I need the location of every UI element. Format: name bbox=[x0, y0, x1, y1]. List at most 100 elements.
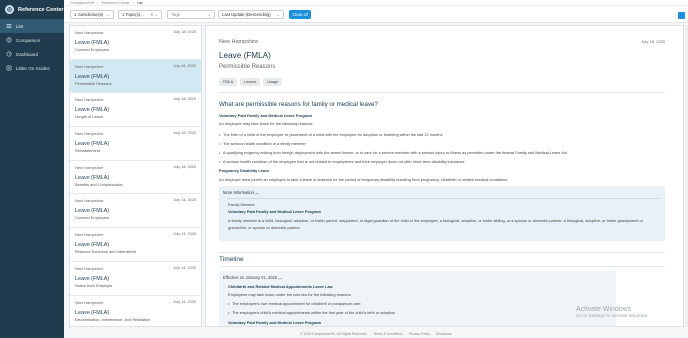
list-item-date: July 18, 2025 bbox=[173, 63, 196, 68]
timeline-entry-toggle[interactable]: Effective on January 01, 2026 ︿ bbox=[223, 275, 282, 281]
sidebar-item-guides[interactable]: Littler On Guides bbox=[0, 61, 64, 75]
term-program: Voluntary Paid Family and Medical Leave … bbox=[228, 209, 321, 214]
list-item-title: Leave (FMLA) bbox=[75, 242, 110, 249]
detail-title: Leave (FMLA) bbox=[219, 51, 271, 60]
chevron-down-icon: ⌄ bbox=[276, 12, 280, 17]
list-item-subtitle: Benefits and Compensation bbox=[75, 181, 123, 187]
sidebar-item-label: Comparison bbox=[16, 37, 41, 43]
list-item-title: Leave (FMLA) bbox=[75, 107, 110, 114]
footer-link-disclaimer[interactable]: Disclaimer bbox=[436, 332, 452, 336]
detail-date: July 18, 2025 bbox=[641, 39, 665, 44]
sort-select[interactable]: Last Update (Descending) ⌄ bbox=[218, 10, 284, 19]
chevron-up-icon: ︿ bbox=[255, 190, 260, 195]
more-information-toggle[interactable]: More Information ︿ bbox=[223, 190, 259, 196]
chevron-up-icon: ︿ bbox=[278, 275, 283, 280]
list-item-date: July 18, 2025 bbox=[173, 97, 196, 102]
copyright: © 2025 ComplianceHR. All Rights Reserved… bbox=[300, 332, 368, 336]
more-information-panel: More Information ︿ Family Member Volunta… bbox=[219, 186, 665, 241]
book-icon bbox=[6, 65, 12, 71]
list-item-subtitle: Discrimination, Interference, and Retali… bbox=[75, 316, 151, 322]
list-item-date: July 14, 2025 bbox=[173, 232, 196, 237]
sidebar-item-list[interactable]: List bbox=[0, 19, 64, 33]
clear-all-button[interactable]: Clear all bbox=[289, 10, 311, 19]
brand: ◎ Reference Center bbox=[0, 0, 64, 19]
topic-select[interactable]: 1 Topic(s)... ✕ ⌄ bbox=[118, 10, 162, 19]
more-information-label: More Information bbox=[223, 190, 254, 195]
list-item-title: Leave (FMLA) bbox=[75, 141, 110, 148]
footer-link-terms[interactable]: Terms & Conditions bbox=[373, 332, 402, 336]
list-item-subtitle: Notice from Employer bbox=[75, 282, 113, 288]
bullet-item: The birth of a child of the employee or … bbox=[219, 132, 443, 137]
footer-link-privacy[interactable]: Privacy Policy bbox=[409, 332, 430, 336]
chevron-down-icon: ⌄ bbox=[207, 12, 211, 17]
clear-x-icon[interactable]: ✕ ⌄ bbox=[150, 12, 158, 17]
list-item[interactable]: New Hampshire July 14, 2025 Leave (FMLA)… bbox=[70, 296, 201, 327]
term-label: Family Member bbox=[228, 202, 255, 207]
timeline-effective-label: Effective on January 01, 2026 bbox=[223, 275, 278, 280]
jurisdiction-value: 1 Jurisdiction(s) bbox=[74, 12, 104, 17]
sidebar: ◎ Reference Center List Comparison Dashb… bbox=[0, 0, 64, 338]
list-item-date: July 18, 2025 bbox=[173, 131, 196, 136]
list-item-title: Leave (FMLA) bbox=[75, 40, 110, 46]
timeline-intro: Employees may take leave under the new l… bbox=[228, 292, 352, 297]
divider bbox=[219, 252, 665, 253]
sort-value: Last Update (Descending) bbox=[222, 12, 271, 17]
list-item[interactable]: New Hampshire July 18, 2025 Leave (FMLA)… bbox=[70, 26, 201, 60]
breadcrumb-item[interactable]: ComplianceHR bbox=[70, 1, 94, 5]
term-definition: A family member is a child, biological, … bbox=[228, 218, 644, 230]
list-item-subtitle: Reduced Schedule and Intermittent bbox=[75, 249, 136, 255]
list-item-subtitle: Covered Employers bbox=[75, 215, 110, 221]
tag[interactable]: Usage bbox=[263, 78, 283, 86]
list-item[interactable]: New Hampshire July 14, 2025 Leave (FMLA)… bbox=[70, 262, 201, 296]
list-item-subtitle: Covered Employers bbox=[75, 47, 110, 52]
tag[interactable]: FMLA bbox=[219, 78, 238, 86]
breadcrumb-separator: › bbox=[97, 1, 99, 5]
list-item-title: Leave (FMLA) bbox=[75, 73, 110, 80]
tag[interactable]: Leaves bbox=[240, 78, 261, 86]
chevron-down-icon: ⌄ bbox=[106, 12, 110, 17]
divider bbox=[219, 266, 665, 267]
section-text: An employer must permit an employee to t… bbox=[219, 177, 509, 182]
sidebar-item-label: List bbox=[16, 23, 24, 29]
timeline-entry: Effective on January 01, 2026 ︿ Childbir… bbox=[219, 271, 616, 326]
divider bbox=[227, 198, 659, 199]
download-icon[interactable] bbox=[678, 12, 685, 19]
list-item[interactable]: New Hampshire July 18, 2025 Leave (FMLA)… bbox=[70, 93, 201, 128]
sidebar-item-dashboard[interactable]: Dashboard bbox=[0, 47, 64, 61]
sidebar-item-label: Littler On Guides bbox=[16, 65, 50, 71]
list-item-subtitle: Length of Leave bbox=[75, 114, 103, 120]
list-item[interactable]: New Hampshire July 14, 2025 Leave (FMLA)… bbox=[70, 194, 201, 229]
list-item-title: Leave (FMLA) bbox=[75, 275, 110, 282]
bullet-item: A qualifying exigency arising from forei… bbox=[219, 150, 567, 155]
list-item[interactable]: New Hampshire July 14, 2025 Leave (FMLA)… bbox=[70, 228, 201, 262]
list-item[interactable]: New Hampshire July 18, 2025 Leave (FMLA)… bbox=[70, 127, 201, 161]
timeline-program: Voluntary Paid Family and Medical Leave … bbox=[228, 320, 321, 325]
bullet-item: A serious health condition of the employ… bbox=[219, 159, 464, 164]
list-item-subtitle: Reinstatement bbox=[75, 148, 101, 154]
sidebar-item-comparison[interactable]: Comparison bbox=[0, 33, 64, 47]
list-item-title: Leave (FMLA) bbox=[75, 174, 110, 181]
list-item[interactable]: New Hampshire July 18, 2025 Leave (FMLA)… bbox=[70, 161, 201, 195]
list-item-date: July 18, 2025 bbox=[173, 164, 196, 169]
timeline-heading: Timeline bbox=[219, 256, 244, 263]
app-name: Reference Center bbox=[18, 6, 64, 13]
detail-panel: New Hampshire July 18, 2025 Leave (FMLA)… bbox=[205, 25, 684, 327]
tags-select[interactable]: Tags ⌄ bbox=[167, 10, 215, 19]
list-item-date: July 18, 2025 bbox=[173, 30, 196, 34]
section-title: Pregnancy Disability Leave bbox=[219, 168, 270, 173]
list-item[interactable]: New Hampshire July 18, 2025 Leave (FMLA)… bbox=[70, 59, 201, 94]
sidebar-item-label: Dashboard bbox=[16, 51, 39, 57]
divider bbox=[219, 92, 665, 93]
logo-icon: ◎ bbox=[5, 5, 14, 14]
question-heading: What are permissible reasons for family … bbox=[219, 101, 378, 108]
watermark-title: Activate Windows bbox=[576, 306, 632, 313]
breadcrumb-item[interactable]: Reference Center bbox=[101, 1, 129, 5]
dashboard-icon bbox=[6, 51, 12, 57]
activation-watermark: Activate Windows Go to Settings to activ… bbox=[576, 306, 649, 318]
breadcrumb: ComplianceHR › Reference Center › List bbox=[70, 1, 143, 5]
results-list: New Hampshire July 18, 2025 Leave (FMLA)… bbox=[69, 25, 202, 327]
detail-state: New Hampshire bbox=[219, 39, 259, 45]
list-item-title: Leave (FMLA) bbox=[75, 309, 110, 316]
jurisdiction-select[interactable]: 1 Jurisdiction(s) ⌄ bbox=[70, 10, 114, 19]
bullet-item: The employee's child's medical appointme… bbox=[228, 310, 395, 315]
